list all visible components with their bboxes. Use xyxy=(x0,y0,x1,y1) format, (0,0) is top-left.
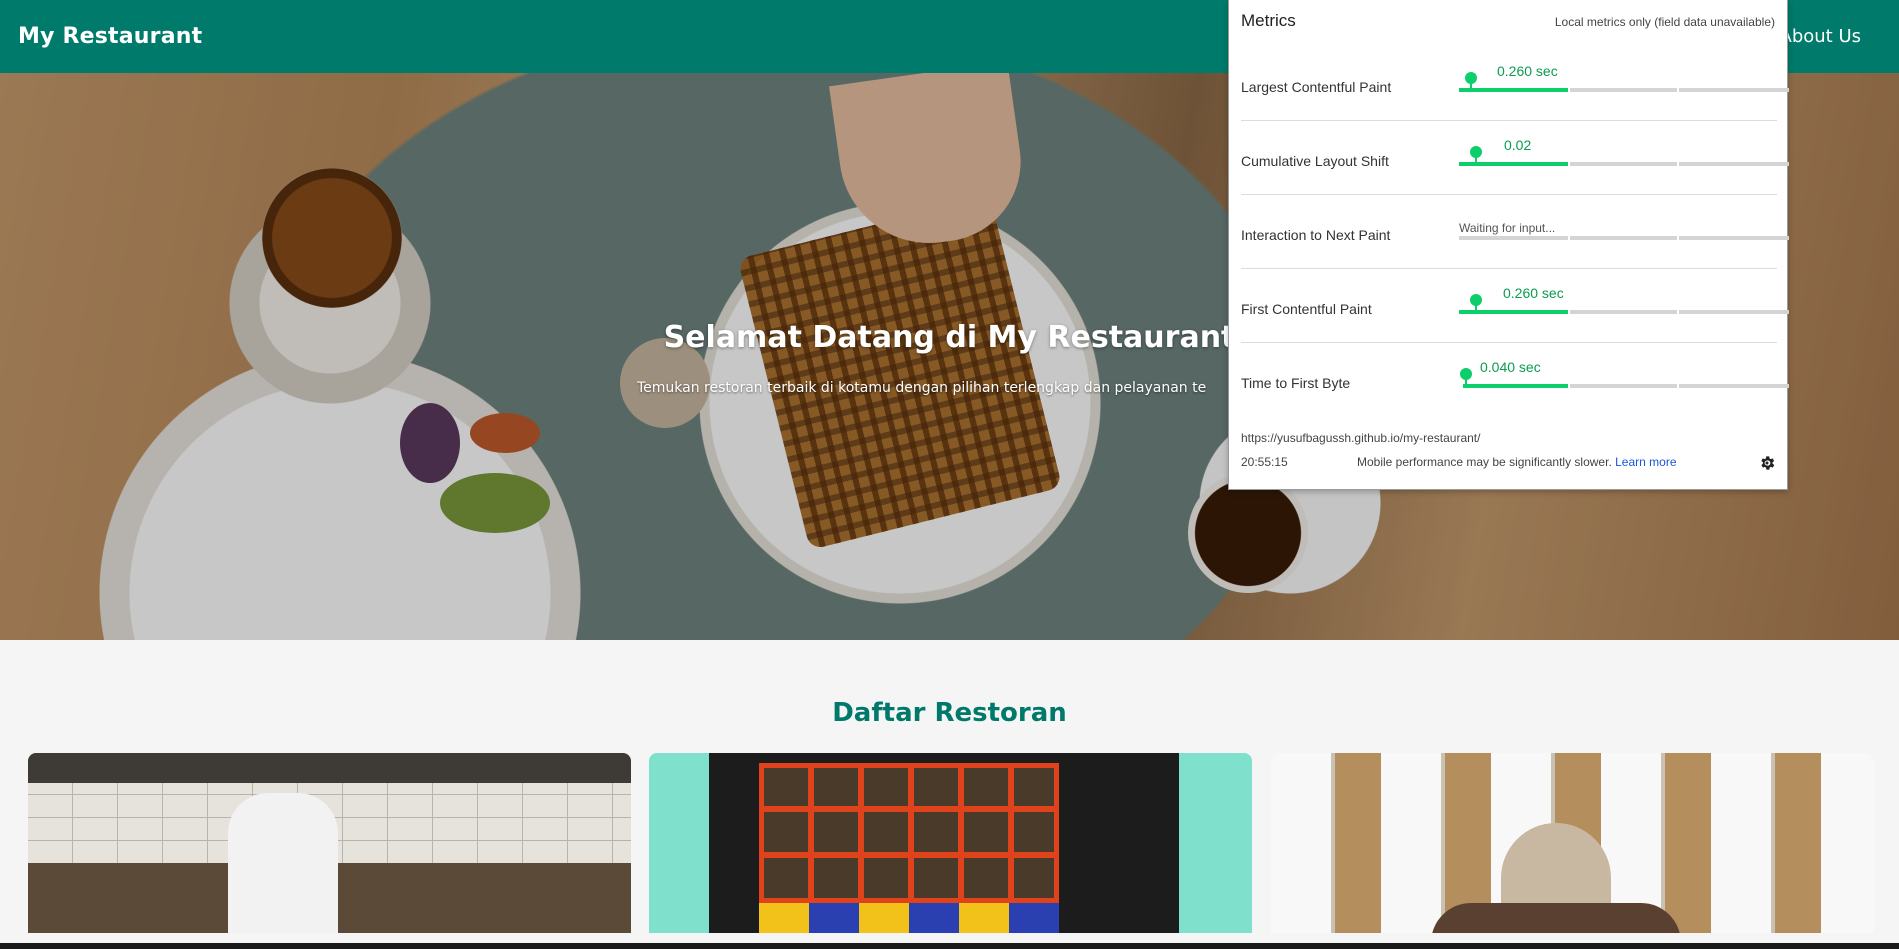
metric-gauge xyxy=(1459,72,1789,92)
window-bottom-edge xyxy=(0,943,1899,949)
metric-waiting-status: Waiting for input... xyxy=(1459,221,1556,235)
metrics-header: Metrics Local metrics only (field data u… xyxy=(1241,11,1775,31)
metrics-mobile-warning: Mobile performance may be significantly … xyxy=(1357,455,1677,469)
restaurant-card[interactable] xyxy=(1271,753,1874,933)
gauge-segment-poor xyxy=(1679,88,1789,92)
metrics-title: Metrics xyxy=(1241,11,1296,30)
gauge-segment-needs-improvement xyxy=(1570,162,1677,166)
gauge-marker-icon xyxy=(1470,146,1482,166)
restaurant-list-title: Daftar Restoran xyxy=(832,698,1067,728)
main-nav: About Us xyxy=(1780,0,1882,73)
metric-value: 0.260 sec xyxy=(1503,285,1564,301)
metric-gauge xyxy=(1459,236,1789,240)
metric-value: 0.260 sec xyxy=(1497,63,1558,79)
metric-row-inp: Interaction to Next Paint Waiting for in… xyxy=(1241,195,1789,269)
metric-row-ttfb: Time to First Byte 0.040 sec xyxy=(1241,343,1789,417)
metric-label: Cumulative Layout Shift xyxy=(1241,153,1389,169)
metric-gauge xyxy=(1459,294,1789,314)
gauge-marker-icon xyxy=(1465,72,1477,92)
brand-title[interactable]: My Restaurant xyxy=(18,24,202,49)
restaurant-card[interactable] xyxy=(649,753,1252,933)
gauge-segment-poor xyxy=(1679,384,1789,388)
gauge-segment-good xyxy=(1463,384,1568,388)
learn-more-link[interactable]: Learn more xyxy=(1615,455,1676,469)
gauge-segment-needs-improvement xyxy=(1570,236,1677,240)
metric-label: First Contentful Paint xyxy=(1241,301,1372,317)
hero-subtitle: Temukan restoran terbaik di kotamu denga… xyxy=(637,380,1207,396)
metrics-note: Local metrics only (field data unavailab… xyxy=(1554,15,1775,29)
gauge-segment-poor xyxy=(1679,236,1789,240)
metrics-page-url: https://yusufbagussh.github.io/my-restau… xyxy=(1241,431,1481,445)
metric-label: Largest Contentful Paint xyxy=(1241,79,1392,95)
metric-gauge xyxy=(1459,368,1789,388)
gauge-segment-needs-improvement xyxy=(1570,310,1677,314)
metric-gauge xyxy=(1459,146,1789,166)
restaurant-image-colored-panels xyxy=(759,903,1059,933)
nav-about-us[interactable]: About Us xyxy=(1780,26,1882,47)
restaurant-image-window-grid xyxy=(759,763,1059,903)
web-vitals-metrics-panel: Metrics Local metrics only (field data u… xyxy=(1228,0,1789,490)
metric-row-lcp: Largest Contentful Paint 0.260 sec xyxy=(1241,47,1789,121)
metric-value: 0.040 sec xyxy=(1480,359,1541,375)
gauge-segment-needs-improvement xyxy=(1570,384,1677,388)
gauge-segment-good xyxy=(1459,236,1568,240)
gear-icon[interactable] xyxy=(1758,454,1776,472)
gauge-segment-poor xyxy=(1679,162,1789,166)
restaurant-image-customer-jacket xyxy=(1431,903,1681,933)
gauge-marker-icon xyxy=(1460,368,1472,388)
gauge-segment-needs-improvement xyxy=(1570,88,1677,92)
metric-label: Interaction to Next Paint xyxy=(1241,227,1391,243)
gauge-marker-icon xyxy=(1470,294,1482,314)
gauge-segment-poor xyxy=(1679,310,1789,314)
restaurant-image-barista xyxy=(228,793,338,933)
restaurant-card[interactable] xyxy=(28,753,631,933)
metrics-warning-text: Mobile performance may be significantly … xyxy=(1357,455,1612,469)
metric-row-cls: Cumulative Layout Shift 0.02 xyxy=(1241,121,1789,195)
metrics-timestamp: 20:55:15 xyxy=(1241,455,1288,469)
metric-label: Time to First Byte xyxy=(1241,375,1351,391)
metric-row-fcp: First Contentful Paint 0.260 sec xyxy=(1241,269,1789,343)
metric-value: 0.02 xyxy=(1504,137,1532,153)
